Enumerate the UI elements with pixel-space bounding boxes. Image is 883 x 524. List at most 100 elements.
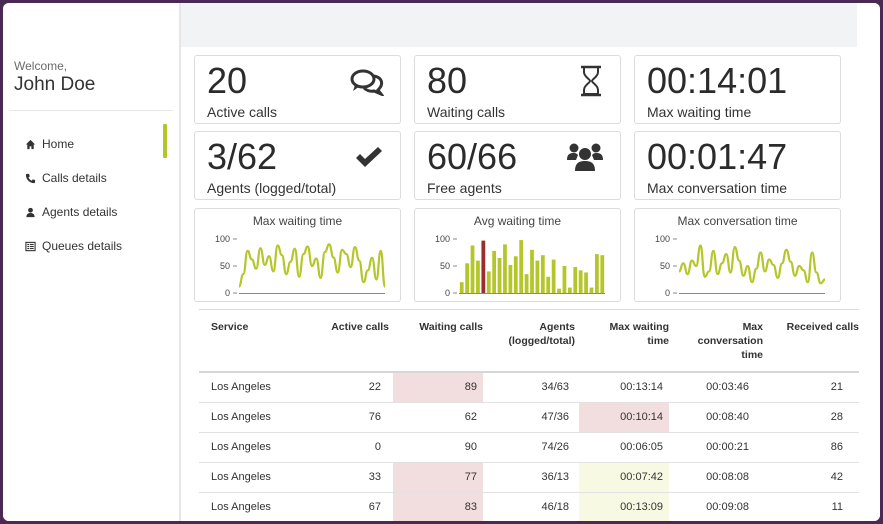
col-header-active-calls: Active calls bbox=[331, 321, 389, 333]
table-cell: 28 bbox=[775, 403, 849, 432]
app-window: Welcome, John Doe Home Calls details Age… bbox=[3, 3, 880, 521]
comments-icon bbox=[350, 69, 384, 96]
table-cell: 00:08:08 bbox=[683, 463, 755, 492]
col-header-max-waiting-time: Max waiting time bbox=[609, 321, 669, 347]
cell-waiting: 90 bbox=[464, 441, 477, 453]
cell-received: 86 bbox=[830, 441, 843, 453]
cell-max-wait: 00:06:05 bbox=[620, 441, 663, 453]
table-cell: Los Angeles bbox=[211, 373, 321, 402]
bar bbox=[530, 249, 534, 293]
y-tick-label: 0 bbox=[225, 288, 230, 298]
bar bbox=[578, 270, 583, 293]
table-row[interactable]: Los Angeles 76 62 47/36 00:10:14 00:08:40 28 bbox=[199, 403, 859, 433]
cell-max-conv: 00:09:08 bbox=[706, 501, 749, 513]
cell-received: 42 bbox=[830, 471, 843, 483]
cell-service: Los Angeles bbox=[211, 501, 271, 513]
sidebar-item-queues-details[interactable]: Queues details bbox=[25, 236, 122, 256]
col-header-max-conversation-time: Max conversation time bbox=[697, 321, 763, 361]
y-tick-label: 0 bbox=[445, 288, 450, 298]
table-cell: 83 bbox=[393, 493, 483, 521]
cell-max-wait: 00:10:14 bbox=[620, 411, 663, 423]
table-cell: 46/18 bbox=[495, 493, 575, 521]
stat-value: 00:14:01 bbox=[647, 60, 788, 101]
bar bbox=[513, 256, 518, 293]
cell-agents: 46/18 bbox=[541, 501, 569, 513]
cell-agents: 36/13 bbox=[541, 471, 569, 483]
bar bbox=[519, 240, 524, 293]
bar bbox=[562, 266, 567, 293]
col-header-agents: Agents (logged/total) bbox=[508, 321, 576, 347]
bar bbox=[497, 257, 502, 293]
table-cell: 00:08:40 bbox=[683, 403, 755, 432]
col-header-waiting-calls: Waiting calls bbox=[419, 321, 483, 333]
bar bbox=[535, 260, 540, 293]
table-cell: 00:10:14 bbox=[579, 403, 669, 432]
bar bbox=[557, 288, 561, 293]
hourglass-icon bbox=[581, 65, 601, 97]
cell-agents: 47/36 bbox=[541, 411, 569, 423]
chart-card-avg-waiting-time: Avg waiting time 100 50 0 bbox=[414, 208, 621, 302]
cell-service: Los Angeles bbox=[211, 381, 271, 393]
stat-card-active-calls: 20 Active calls bbox=[194, 55, 401, 124]
table-cell: 00:00:21 bbox=[683, 433, 755, 462]
sidebar-item-calls-details[interactable]: Calls details bbox=[25, 168, 107, 188]
bar bbox=[459, 282, 464, 293]
series-line bbox=[238, 243, 387, 288]
table-cell: 11 bbox=[775, 493, 849, 521]
stat-card-waiting-calls: 80 Waiting calls bbox=[414, 55, 621, 124]
cell-waiting: 83 bbox=[464, 501, 477, 513]
cell-service: Los Angeles bbox=[211, 471, 271, 483]
table-cell: 47/36 bbox=[495, 403, 575, 432]
active-indicator bbox=[163, 124, 167, 158]
bar bbox=[508, 264, 513, 293]
stat-label: Free agents bbox=[427, 180, 502, 196]
stat-label: Max waiting time bbox=[647, 104, 752, 120]
stat-card-max-conversation-time: 00:01:47 Max conversation time bbox=[634, 131, 841, 200]
cell-waiting: 77 bbox=[464, 471, 477, 483]
cell-received: 11 bbox=[831, 501, 843, 513]
y-tick-label: 50 bbox=[440, 261, 450, 271]
table-cell: 0 bbox=[309, 433, 387, 462]
cell-agents: 74/26 bbox=[541, 441, 569, 453]
cell-service: Los Angeles bbox=[211, 441, 271, 453]
y-tick-label: 100 bbox=[655, 234, 670, 244]
bar bbox=[589, 287, 594, 293]
cell-active: 67 bbox=[368, 501, 381, 513]
table-row[interactable]: Los Angeles 22 89 34/63 00:13:14 00:03:46 21 bbox=[199, 373, 859, 403]
cell-received: 21 bbox=[830, 381, 843, 393]
home-icon bbox=[25, 139, 36, 149]
table-cell: 22 bbox=[309, 373, 387, 402]
right-edge bbox=[857, 3, 880, 521]
table-cell: 74/26 bbox=[495, 433, 575, 462]
sidebar-item-agents-details[interactable]: Agents details bbox=[25, 202, 117, 222]
cell-max-conv: 00:00:21 bbox=[706, 441, 749, 453]
cell-max-wait: 00:13:09 bbox=[620, 501, 663, 513]
user-name: John Doe bbox=[14, 74, 96, 95]
chart-card-max-conversation-time: Max conversation time 100 50 0 bbox=[634, 208, 841, 302]
cell-max-wait: 00:07:42 bbox=[620, 471, 663, 483]
table-cell: 67 bbox=[309, 493, 387, 521]
sidebar-item-home[interactable]: Home bbox=[25, 134, 74, 154]
stat-value: 20 bbox=[207, 60, 248, 101]
stat-label: Active calls bbox=[207, 104, 278, 120]
bar bbox=[465, 263, 470, 293]
stat-value: 80 bbox=[427, 60, 468, 101]
cell-waiting: 62 bbox=[464, 411, 477, 423]
max-waiting-line-chart: 100 50 0 bbox=[215, 234, 387, 298]
y-tick-label: 100 bbox=[215, 234, 230, 244]
stat-value: 00:01:47 bbox=[647, 136, 788, 177]
y-tick-label: 50 bbox=[660, 261, 670, 271]
y-tick-label: 100 bbox=[435, 234, 450, 244]
table-row[interactable]: Los Angeles 67 83 46/18 00:13:09 00:09:08 11 bbox=[199, 493, 859, 521]
chart-card-max-waiting-time: Max waiting time 100 50 0 bbox=[194, 208, 401, 302]
table-cell: 00:09:08 bbox=[683, 493, 755, 521]
sidebar-item-label: Queues details bbox=[42, 239, 123, 253]
table-row[interactable]: Los Angeles 33 77 36/13 00:07:42 00:08:08 42 bbox=[199, 463, 859, 493]
table-cell: 76 bbox=[309, 403, 387, 432]
cell-active: 22 bbox=[368, 381, 381, 393]
table-cell: Los Angeles bbox=[211, 403, 321, 432]
table-row[interactable]: Los Angeles 0 90 74/26 00:06:05 00:00:21 86 bbox=[199, 433, 859, 463]
table-cell: 62 bbox=[393, 403, 483, 432]
stat-value: 3/62 bbox=[207, 136, 278, 177]
bar bbox=[546, 276, 551, 293]
